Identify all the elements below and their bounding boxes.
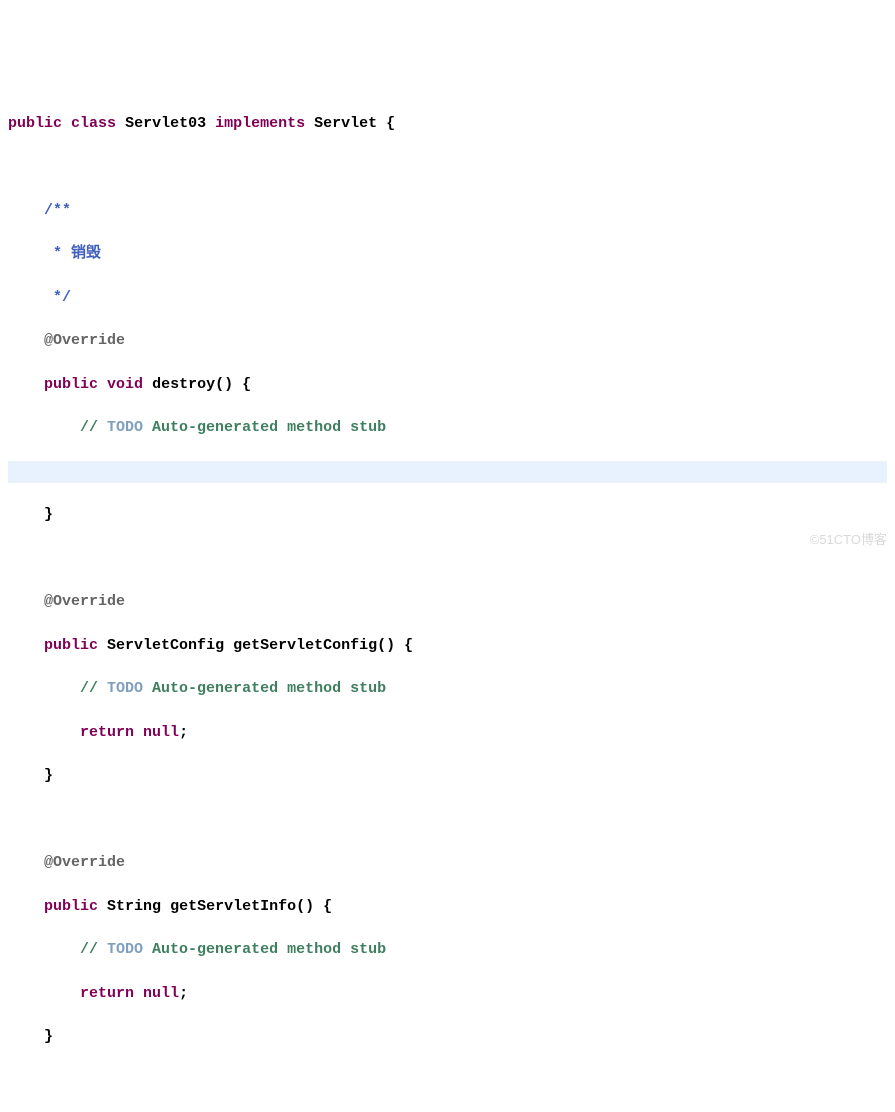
method-name: getServletInfo: [170, 898, 296, 915]
parens: (): [296, 898, 314, 915]
semicolon: ;: [179, 724, 188, 741]
open-brace: {: [314, 898, 332, 915]
override-annotation: @Override: [44, 593, 125, 610]
close-brace-line: }: [8, 1026, 887, 1048]
blank-line: [8, 156, 887, 178]
kw-null: null: [143, 724, 179, 741]
method-signature: public void destroy() {: [8, 374, 887, 396]
kw-implements: implements: [215, 115, 305, 132]
close-brace-line: }: [8, 504, 887, 526]
interface-name: Servlet: [314, 115, 377, 132]
semicolon: ;: [179, 985, 188, 1002]
close-brace: }: [44, 506, 53, 523]
kw-public: public: [44, 637, 98, 654]
comment-slashes: //: [80, 419, 107, 436]
kw-public: public: [8, 115, 62, 132]
close-brace: }: [44, 767, 53, 784]
current-line: [8, 461, 887, 483]
kw-return: return: [80, 985, 134, 1002]
return-line: return null;: [8, 983, 887, 1005]
watermark: ©51CTO博客: [810, 531, 887, 550]
comment-slashes: //: [80, 680, 107, 697]
todo-text: Auto-generated method stub: [143, 941, 386, 958]
todo-text: Auto-generated method stub: [143, 680, 386, 697]
todo-keyword: TODO: [107, 941, 143, 958]
code-editor: public class Servlet03 implements Servle…: [0, 87, 895, 1074]
todo-comment: // TODO Auto-generated method stub: [8, 939, 887, 961]
blank-line: [8, 809, 887, 831]
doc-body: * 销毁: [44, 245, 101, 262]
parens: (): [377, 637, 395, 654]
kw-void: void: [107, 376, 143, 393]
blank-line: [8, 548, 887, 570]
class-name: Servlet03: [125, 115, 206, 132]
annotation-line: @Override: [8, 591, 887, 613]
kw-public: public: [44, 376, 98, 393]
return-type: String: [107, 898, 161, 915]
doc-comment-line: * 销毁: [8, 243, 887, 265]
close-brace-line: }: [8, 765, 887, 787]
kw-null: null: [143, 985, 179, 1002]
override-annotation: @Override: [44, 854, 125, 871]
todo-keyword: TODO: [107, 419, 143, 436]
annotation-line: @Override: [8, 852, 887, 874]
annotation-line: @Override: [8, 330, 887, 352]
kw-return: return: [80, 724, 134, 741]
method-name: getServletConfig: [233, 637, 377, 654]
doc-comment-line: /**: [8, 200, 887, 222]
method-signature: public String getServletInfo() {: [8, 896, 887, 918]
method-name: destroy: [152, 376, 215, 393]
open-brace: {: [395, 637, 413, 654]
method-signature: public ServletConfig getServletConfig() …: [8, 635, 887, 657]
kw-class: class: [71, 115, 116, 132]
todo-keyword: TODO: [107, 680, 143, 697]
todo-text: Auto-generated method stub: [143, 419, 386, 436]
open-brace: {: [377, 115, 395, 132]
close-brace: }: [44, 1028, 53, 1045]
kw-public: public: [44, 898, 98, 915]
doc-close: */: [44, 289, 71, 306]
doc-open: /**: [44, 202, 71, 219]
todo-comment: // TODO Auto-generated method stub: [8, 417, 887, 439]
doc-comment-line: */: [8, 287, 887, 309]
return-type: ServletConfig: [107, 637, 224, 654]
comment-slashes: //: [80, 941, 107, 958]
todo-comment: // TODO Auto-generated method stub: [8, 678, 887, 700]
open-brace: {: [233, 376, 251, 393]
return-line: return null;: [8, 722, 887, 744]
class-declaration: public class Servlet03 implements Servle…: [8, 113, 887, 135]
parens: (): [215, 376, 233, 393]
override-annotation: @Override: [44, 332, 125, 349]
